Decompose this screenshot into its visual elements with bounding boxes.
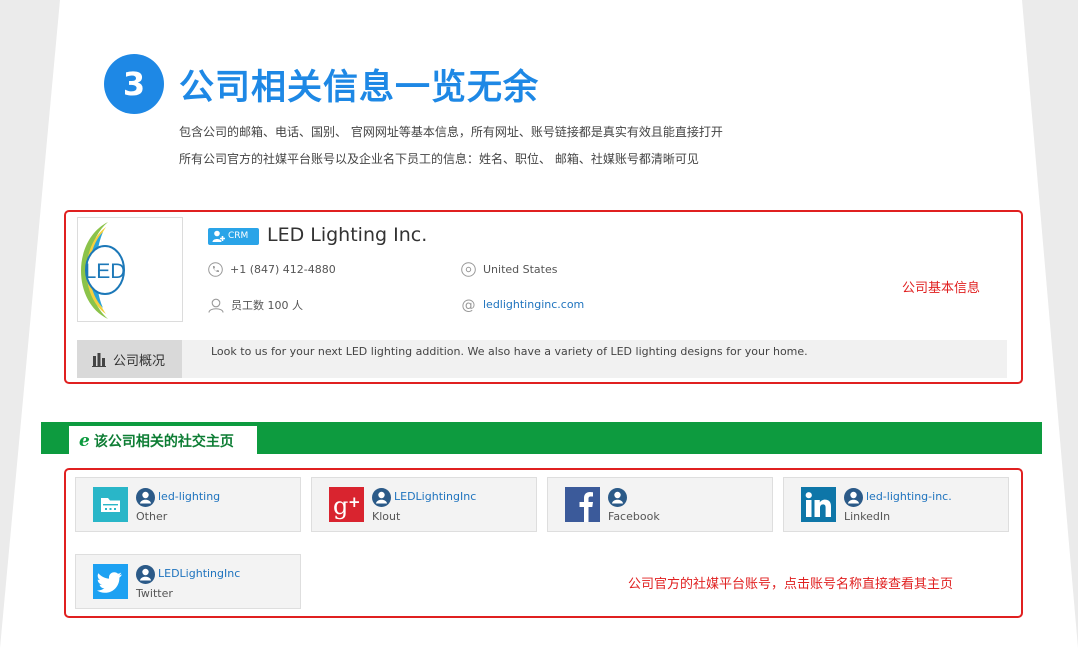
social-platform-label: Klout <box>372 510 401 523</box>
svg-text:LED: LED <box>85 260 126 283</box>
social-card-facebook: Facebook <box>547 477 773 532</box>
social-section-tab: e 该公司相关的社交主页 <box>69 426 257 456</box>
user-avatar-icon <box>136 488 155 507</box>
social-handle-link[interactable]: LEDLightingInc <box>394 490 476 503</box>
social-handle-link[interactable]: led-lighting-inc. <box>866 490 952 503</box>
company-info-annotation: 公司基本信息 <box>902 281 981 296</box>
country-value: United States <box>483 263 558 276</box>
company-country: United States <box>461 262 558 277</box>
social-accounts-annotation: 公司官方的社媒平台账号，点击账号名称直接查看其主页 <box>628 577 954 592</box>
svg-text:g: g <box>333 492 348 520</box>
facebook-icon <box>565 487 600 522</box>
company-overview-text: Look to us for your next LED lighting ad… <box>211 345 808 358</box>
user-avatar-icon <box>844 488 863 507</box>
website-link[interactable]: ledlightinginc.com <box>483 298 584 311</box>
company-logo[interactable]: LED <box>77 217 183 322</box>
crm-label: CRM <box>228 231 249 241</box>
employees-value: 员工数 100 人 <box>231 299 303 312</box>
phone-value: +1 (847) 412-4880 <box>230 263 336 276</box>
location-pin-icon <box>461 262 476 277</box>
company-phone: +1 (847) 412-4880 <box>208 262 336 277</box>
add-contact-icon <box>212 230 225 242</box>
company-website: @ ledlightinginc.com <box>461 297 585 313</box>
google-plus-icon: g + <box>329 487 364 522</box>
social-handle-link[interactable]: led-lighting <box>158 490 220 503</box>
step-number-badge: 3 <box>104 54 164 114</box>
social-card-klout: g + LEDLightingInc Klout <box>311 477 537 532</box>
description-line-2: 所有公司官方的社媒平台账号以及企业名下员工的信息：姓名、职位、 邮箱、社媒账号都… <box>179 152 699 166</box>
tab-company-overview[interactable]: 公司概况 <box>77 340 182 378</box>
building-icon <box>92 352 106 367</box>
social-card-twitter: LEDLightingInc Twitter <box>75 554 301 609</box>
social-card-other: led-lighting Other <box>75 477 301 532</box>
page-title: 公司相关信息一览无余 <box>179 68 540 108</box>
user-avatar-icon <box>136 565 155 584</box>
social-handle-link[interactable]: LEDLightingInc <box>158 567 240 580</box>
user-icon <box>208 298 224 313</box>
social-platform-label: Facebook <box>608 510 660 523</box>
social-platform-label: Twitter <box>136 587 173 600</box>
crm-badge[interactable]: CRM <box>208 228 259 245</box>
overview-tab-label: 公司概况 <box>113 353 166 369</box>
svg-text:+: + <box>348 493 361 511</box>
user-avatar-icon <box>608 488 627 507</box>
at-sign-icon: @ <box>462 298 476 313</box>
phone-icon <box>208 262 223 277</box>
led-logo-icon: LED <box>81 222 126 319</box>
linkedin-icon <box>801 487 836 522</box>
company-name[interactable]: LED Lighting Inc. <box>267 224 427 246</box>
social-platform-label: Other <box>136 510 168 523</box>
e-logo-icon: e <box>79 431 90 451</box>
description-line-1: 包含公司的邮箱、电话、国别、 官网网址等基本信息，所有网址、账号链接都是真实有效… <box>179 125 723 139</box>
folder-icon <box>93 487 128 522</box>
social-section-title: 该公司相关的社交主页 <box>93 434 234 450</box>
user-avatar-icon <box>372 488 391 507</box>
social-card-linkedin: led-lighting-inc. LinkedIn <box>783 477 1009 532</box>
social-platform-label: LinkedIn <box>844 510 891 523</box>
company-employees: 员工数 100 人 <box>208 297 303 313</box>
twitter-icon <box>93 564 128 599</box>
svg-text:@: @ <box>462 298 476 313</box>
